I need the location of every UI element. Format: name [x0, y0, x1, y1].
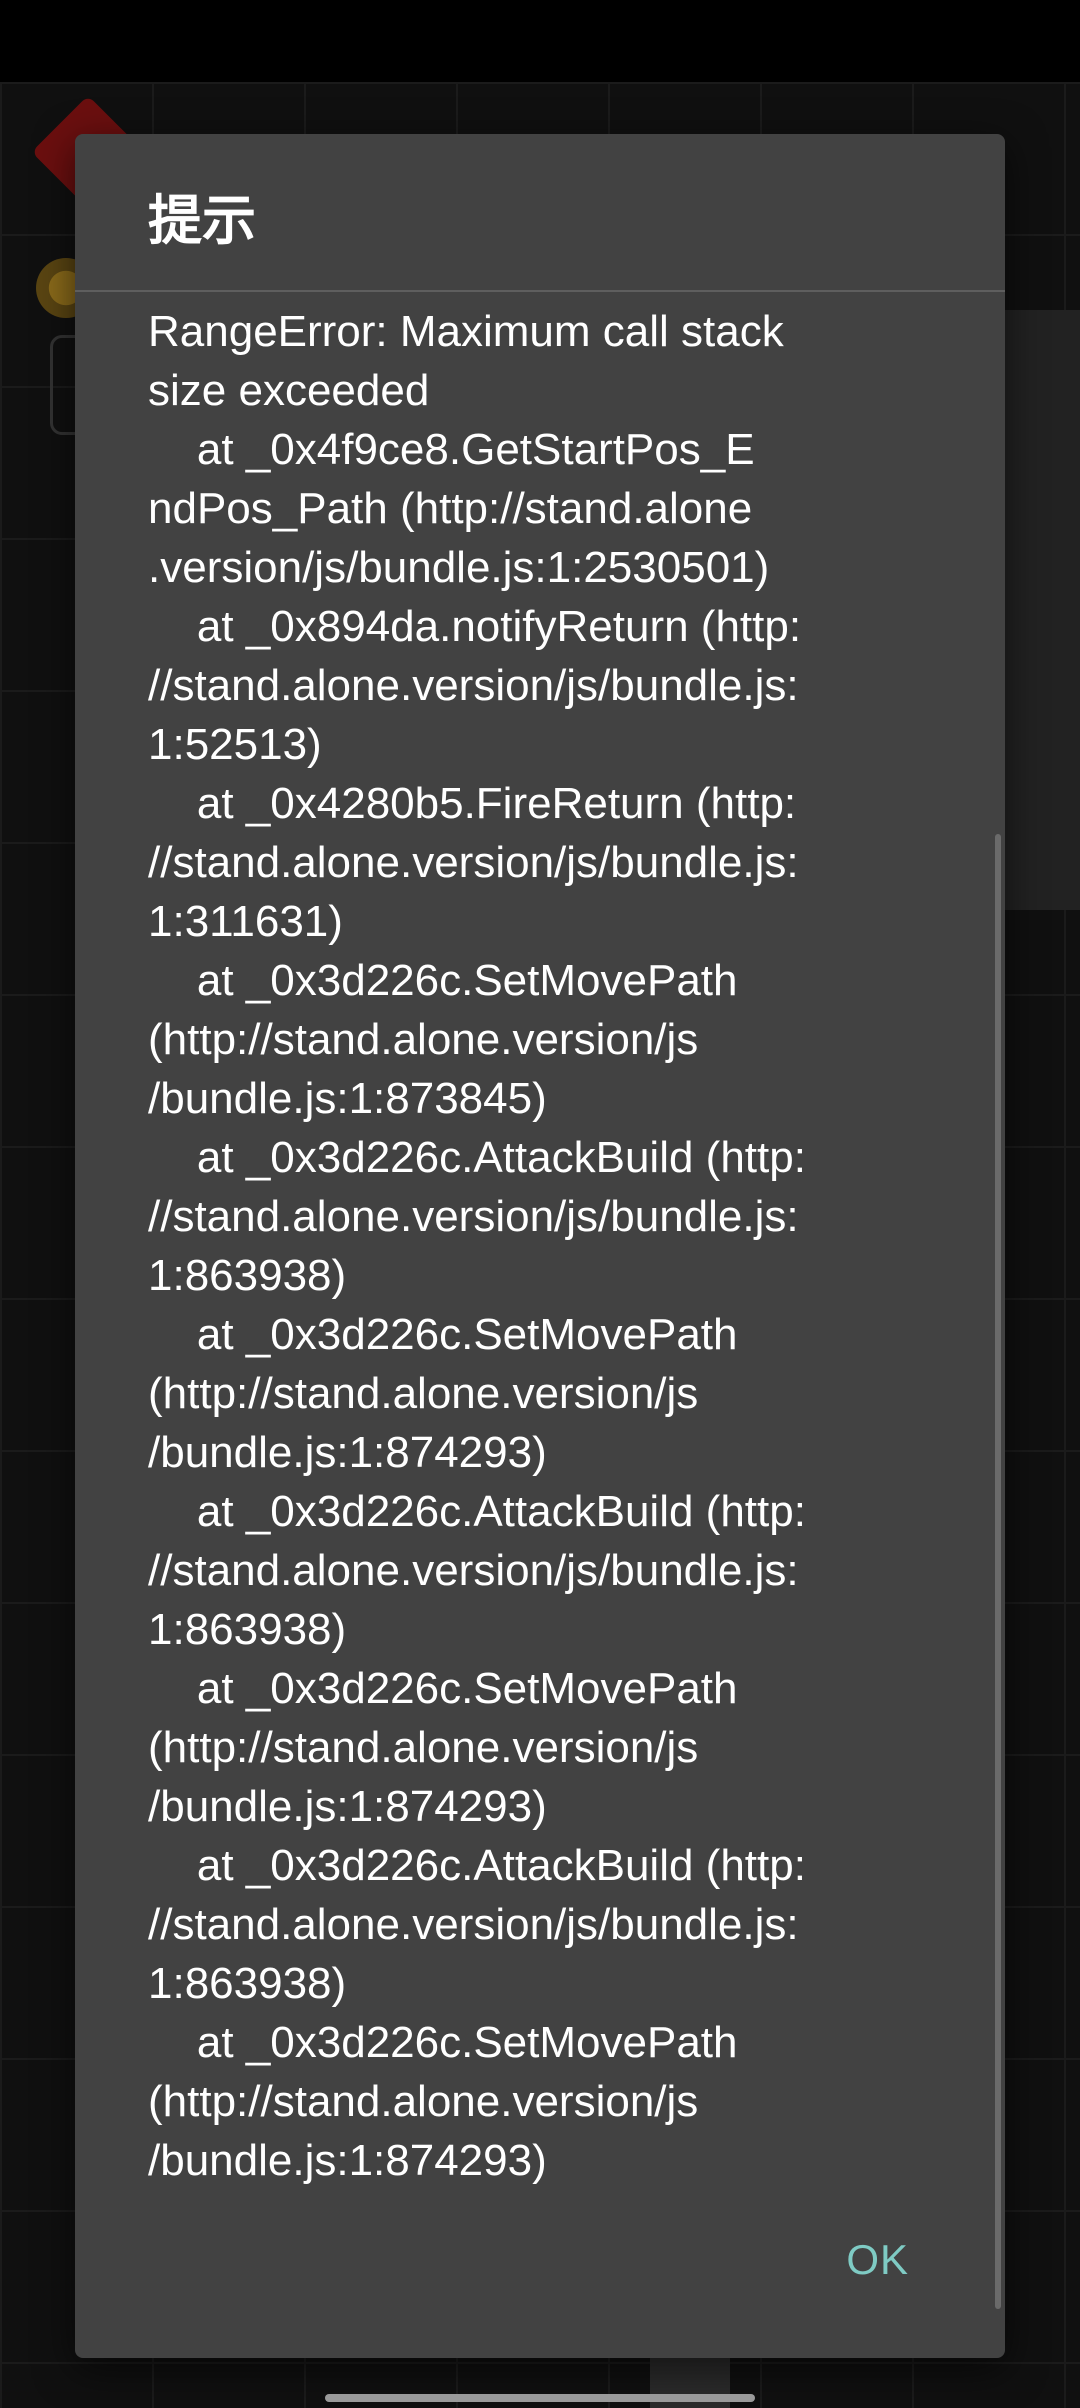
gesture-navigation-bar[interactable]: [325, 2394, 755, 2402]
alert-dialog: 提示 RangeError: Maximum call stack size e…: [75, 134, 1005, 2358]
dialog-title: 提示: [148, 189, 256, 252]
ok-button[interactable]: OK: [830, 2224, 925, 2296]
scrollbar-thumb[interactable]: [995, 834, 1001, 2309]
dialog-message-scroll[interactable]: RangeError: Maximum call stack size exce…: [148, 292, 988, 2302]
status-bar: [0, 0, 1080, 82]
screen: 提示 RangeError: Maximum call stack size e…: [0, 0, 1080, 2408]
error-message: RangeError: Maximum call stack size exce…: [148, 307, 806, 2185]
game-right-panel: [996, 310, 1080, 910]
